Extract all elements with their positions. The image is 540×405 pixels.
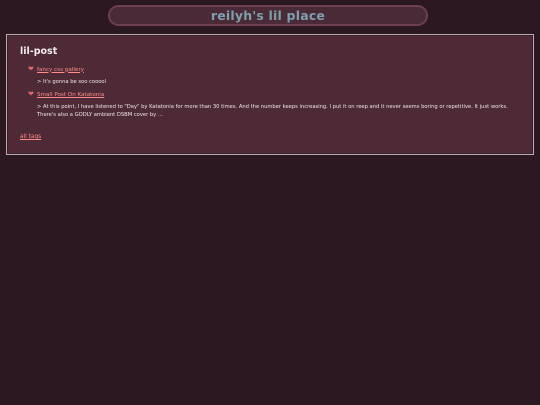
heart-icon: ❤ <box>28 65 34 73</box>
post-link-fancy-css-gallery[interactable]: fancy css gallery <box>37 67 84 73</box>
post-list: ❤ fancy css gallery > It's gonna be soo … <box>28 64 528 119</box>
site-header: reilyh's lil place <box>108 5 428 26</box>
site-title-link[interactable]: reilyh's lil place <box>211 8 325 23</box>
list-item: ❤ fancy css gallery > It's gonna be soo … <box>28 64 528 86</box>
post-header: ❤ fancy css gallery <box>28 64 528 75</box>
content-panel: lil-post ❤ fancy css gallery > It's gonn… <box>6 34 534 155</box>
heart-icon: ❤ <box>28 90 34 98</box>
post-excerpt: > It's gonna be soo cooool <box>37 79 107 85</box>
post-excerpt: > At this point, I have listened to "Day… <box>37 104 508 118</box>
post-header: ❤ Small Post On Katatonia <box>28 89 528 100</box>
all-tags-link[interactable]: all tags <box>20 134 41 140</box>
list-item: ❤ Small Post On Katatonia > At this poin… <box>28 89 528 119</box>
post-link-small-post-on-katatonia[interactable]: Small Post On Katatonia <box>37 92 104 98</box>
page-title: lil-post <box>20 46 58 57</box>
